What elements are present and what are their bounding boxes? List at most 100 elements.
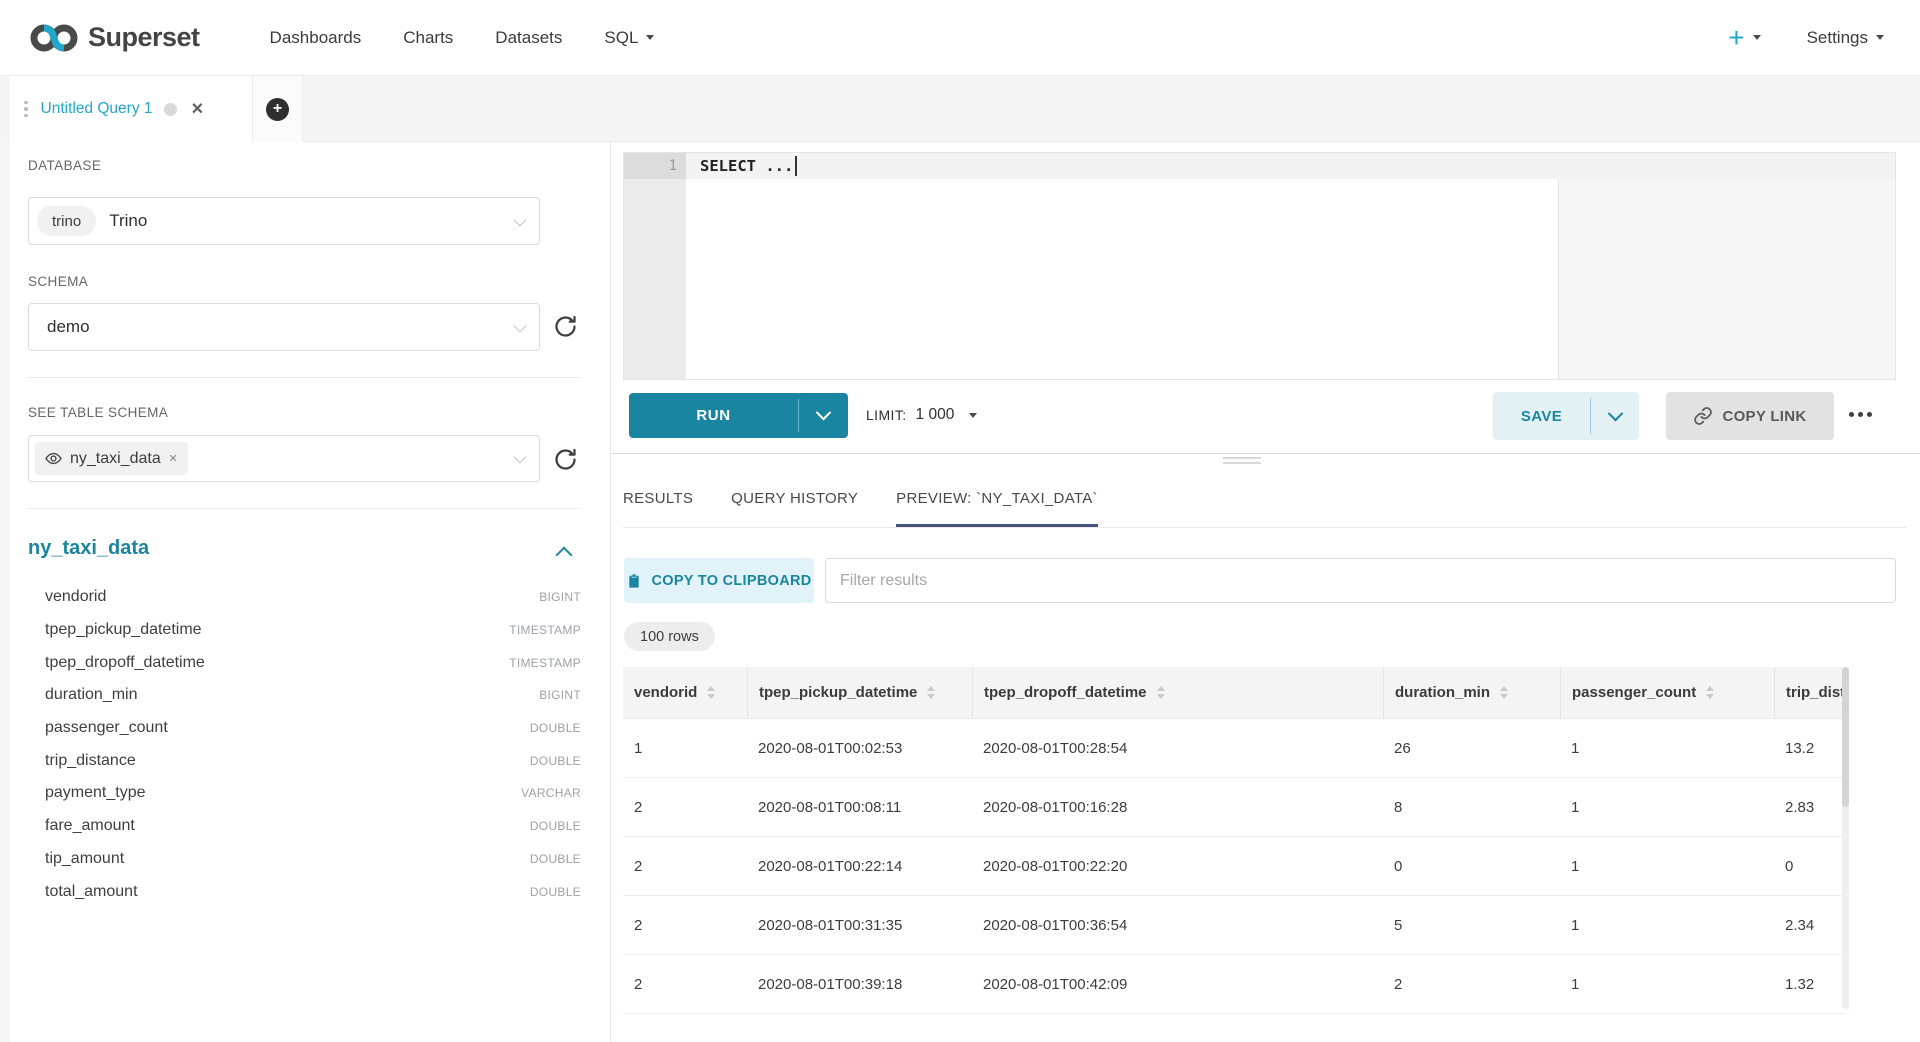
- refresh-schemas-button[interactable]: [552, 313, 579, 340]
- column-row: duration_minBIGINT: [45, 679, 581, 712]
- filter-results-input[interactable]: [825, 558, 1896, 603]
- chevron-down-icon: [816, 405, 832, 421]
- schema-select[interactable]: demo: [28, 303, 540, 351]
- superset-logo-icon[interactable]: [30, 23, 78, 53]
- results-tab-bar: RESULTS QUERY HISTORY PREVIEW: `NY_TAXI_…: [623, 480, 1906, 528]
- save-query-button[interactable]: SAVE: [1493, 392, 1639, 440]
- sort-icon: [1157, 686, 1165, 699]
- nav-charts[interactable]: Charts: [403, 28, 453, 48]
- query-tab-label: Untitled Query 1: [41, 100, 153, 118]
- line-number: 1: [624, 153, 686, 179]
- database-type-badge: trino: [37, 206, 96, 236]
- chevron-down-icon: [1607, 405, 1623, 421]
- save-options-button[interactable]: [1591, 392, 1639, 440]
- header-tpep-pickup-datetime[interactable]: tpep_pickup_datetime: [747, 667, 972, 718]
- column-row: payment_typeVARCHAR: [45, 777, 581, 810]
- pane-divider: [611, 453, 1920, 454]
- sql-code-line: SELECT ...: [700, 156, 797, 176]
- header-vendorid[interactable]: vendorid: [623, 667, 747, 718]
- print-margin-area: [1558, 153, 1895, 379]
- sort-icon: [1500, 686, 1508, 699]
- sort-icon: [1706, 686, 1714, 699]
- column-row: vendoridBIGINT: [45, 581, 581, 614]
- table-row: 2 2020-08-01T00:08:11 2020-08-01T00:16:2…: [623, 778, 1849, 837]
- more-options-button[interactable]: [1849, 412, 1872, 417]
- sort-icon: [707, 686, 715, 699]
- database-select[interactable]: trino Trino: [28, 197, 540, 245]
- header-tpep-dropoff-datetime[interactable]: tpep_dropoff_datetime: [972, 667, 1383, 718]
- collapse-table-icon[interactable]: [556, 547, 573, 564]
- database-value: Trino: [109, 211, 147, 231]
- tab-untitled-query-1[interactable]: Untitled Query 1 ×: [10, 76, 253, 142]
- settings-menu[interactable]: Settings: [1807, 28, 1884, 48]
- column-row: tip_amountDOUBLE: [45, 843, 581, 876]
- limit-dropdown[interactable]: LIMIT: 1 000: [866, 400, 977, 430]
- table-select[interactable]: ny_taxi_data ×: [28, 435, 540, 482]
- tab-results[interactable]: RESULTS: [623, 480, 693, 527]
- nav-datasets[interactable]: Datasets: [495, 28, 562, 48]
- sql-lab-page: Superset Dashboards Charts Datasets SQL …: [0, 0, 1920, 1042]
- add-tab-button[interactable]: +: [253, 76, 303, 142]
- table-row: 2 2020-08-01T00:22:14 2020-08-01T00:22:2…: [623, 837, 1849, 896]
- sidebar-divider: [27, 508, 580, 509]
- close-tab-icon[interactable]: ×: [192, 99, 204, 119]
- header-passenger-count[interactable]: passenger_count: [1560, 667, 1774, 718]
- table-columns-list: vendoridBIGINT tpep_pickup_datetimeTIMES…: [45, 581, 581, 908]
- row-count-badge: 100 rows: [624, 622, 715, 651]
- tab-preview-ny-taxi-data[interactable]: PREVIEW: `NY_TAXI_DATA`: [896, 480, 1098, 527]
- schema-label: SCHEMA: [28, 274, 88, 289]
- brand-name[interactable]: Superset: [88, 22, 200, 53]
- remove-table-icon[interactable]: ×: [169, 451, 178, 466]
- scrollbar-thumb[interactable]: [1842, 667, 1849, 807]
- column-row: total_amountDOUBLE: [45, 875, 581, 908]
- column-row: passenger_countDOUBLE: [45, 712, 581, 745]
- chevron-down-icon: [514, 213, 527, 226]
- header-trip-distance[interactable]: trip_distance: [1774, 667, 1849, 718]
- column-row: trip_distanceDOUBLE: [45, 744, 581, 777]
- table-tag-label: ny_taxi_data: [70, 450, 161, 468]
- unsaved-state-dot: [164, 103, 177, 116]
- tab-query-history[interactable]: QUERY HISTORY: [731, 480, 858, 527]
- copy-link-button[interactable]: COPY LINK: [1666, 392, 1834, 440]
- chevron-down-icon: [969, 413, 977, 418]
- nav-dashboards[interactable]: Dashboards: [270, 28, 362, 48]
- sort-icon: [927, 686, 935, 699]
- run-query-button[interactable]: RUN: [629, 393, 848, 438]
- sql-code-editor[interactable]: 1 SELECT ...: [623, 152, 1896, 380]
- resize-grip[interactable]: [1223, 457, 1261, 464]
- table-row: 2 2020-08-01T00:39:18 2020-08-01T00:42:0…: [623, 955, 1849, 1014]
- table-row: 2 2020-08-01T00:31:35 2020-08-01T00:36:5…: [623, 896, 1849, 955]
- column-row: fare_amountDOUBLE: [45, 810, 581, 843]
- table-scrollbar[interactable]: [1842, 667, 1849, 1009]
- clipboard-icon: [626, 573, 642, 589]
- chevron-down-icon: [514, 451, 527, 464]
- refresh-tables-button[interactable]: [552, 446, 579, 473]
- link-icon: [1693, 406, 1713, 426]
- chevron-down-icon: [646, 35, 654, 40]
- text-cursor: [795, 156, 797, 176]
- drag-grip-icon[interactable]: [24, 101, 28, 118]
- schema-value: demo: [47, 317, 90, 337]
- nav-sql-menu[interactable]: SQL: [604, 28, 654, 48]
- preview-data-table: vendorid tpep_pickup_datetime tpep_dropo…: [623, 667, 1849, 1014]
- refresh-icon: [552, 446, 579, 473]
- column-row: tpep_dropoff_datetimeTIMESTAMP: [45, 646, 581, 679]
- chevron-down-icon: [1753, 35, 1761, 40]
- new-item-menu[interactable]: +: [1728, 24, 1760, 52]
- column-row: tpep_pickup_datetimeTIMESTAMP: [45, 614, 581, 647]
- header-duration-min[interactable]: duration_min: [1383, 667, 1560, 718]
- database-label: DATABASE: [28, 158, 101, 173]
- active-line-highlight: [686, 153, 1895, 179]
- editor-results-pane: 1 SELECT ... RUN LIMIT: 1 000 SAVE: [610, 142, 1920, 1042]
- copy-to-clipboard-button[interactable]: COPY TO CLIPBOARD: [624, 558, 814, 603]
- selected-table-tag[interactable]: ny_taxi_data ×: [35, 442, 188, 475]
- eye-icon: [45, 450, 62, 467]
- plus-icon: +: [1728, 24, 1744, 52]
- table-header-row: vendorid tpep_pickup_datetime tpep_dropo…: [623, 667, 1849, 719]
- run-options-button[interactable]: [799, 393, 848, 438]
- chevron-down-icon: [514, 319, 527, 332]
- refresh-icon: [552, 313, 579, 340]
- sql-lab-sidebar: DATABASE trino Trino SCHEMA demo SEE TAB…: [10, 142, 610, 1042]
- table-row: 1 2020-08-01T00:02:53 2020-08-01T00:28:5…: [623, 719, 1849, 778]
- table-schema-label: SEE TABLE SCHEMA: [28, 405, 168, 420]
